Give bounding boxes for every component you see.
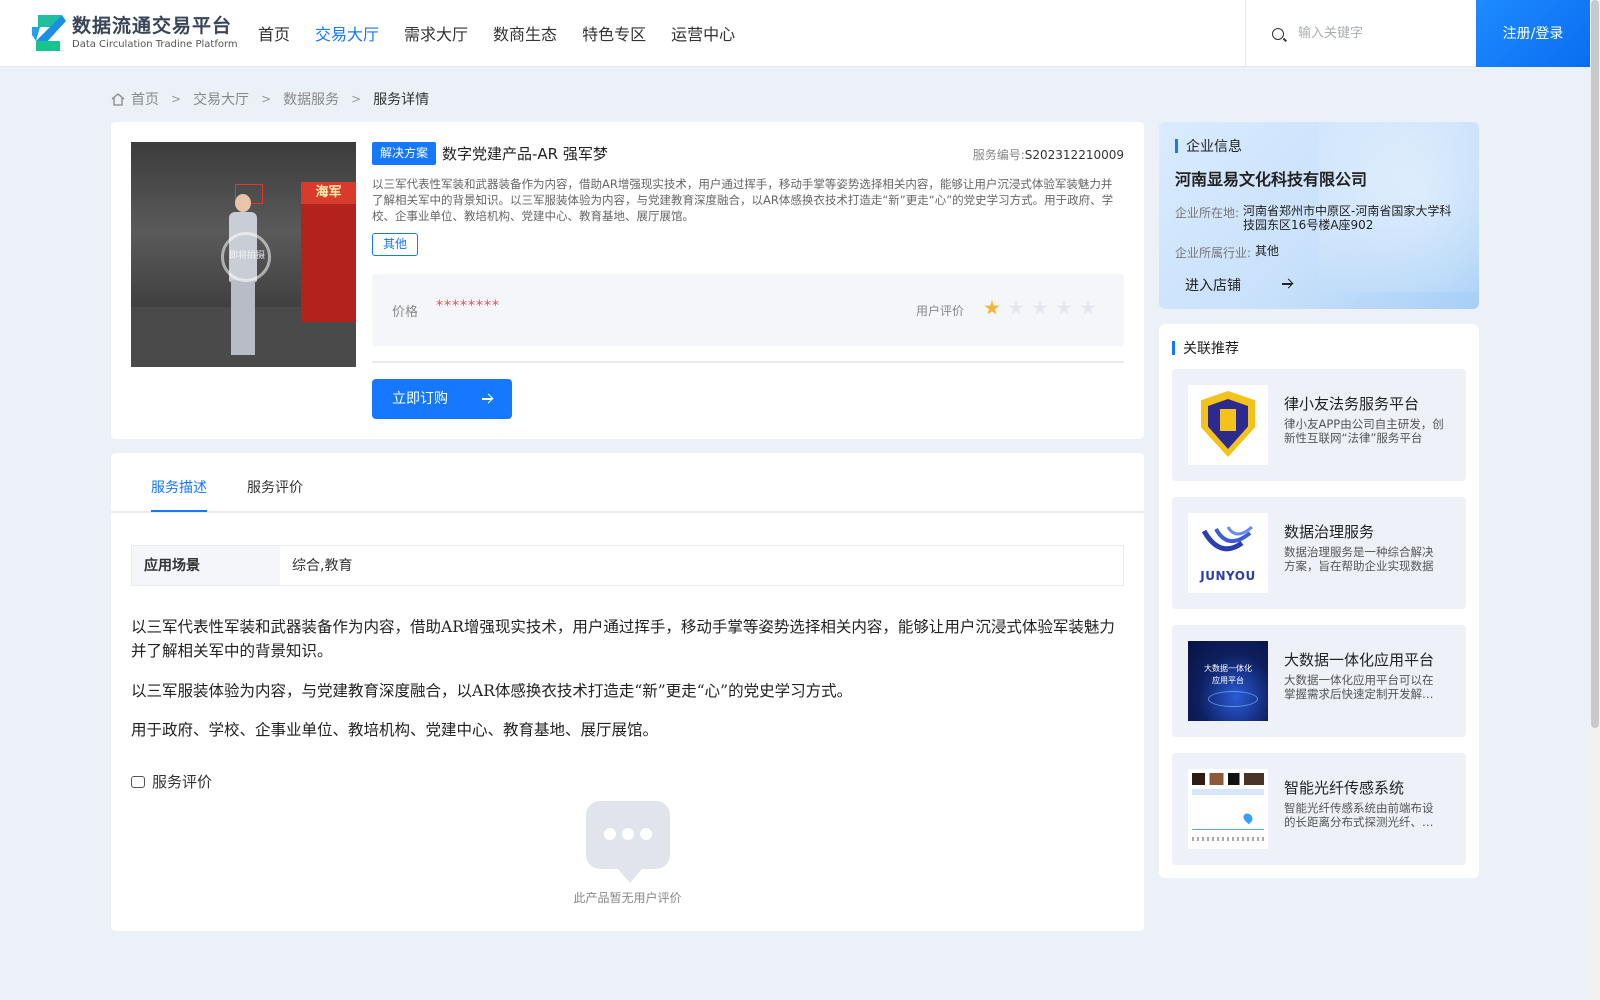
nav-ecosystem[interactable]: 数商生态 [493,0,557,67]
location-value: 河南省郑州市中原区-河南省国家大学科技园东区16号楼A座902 [1243,204,1452,232]
logo-icon [30,13,68,53]
chevron-right-icon: > [261,92,272,106]
recommend-item[interactable]: 律小友法务服务平台 律小友APP由公司自主研发，创新性互联网“法律”服务平台 [1172,369,1466,481]
divider [372,361,1124,363]
tab-service-review[interactable]: 服务评价 [247,477,303,497]
star-icon [1032,300,1048,315]
company-name: 河南显易文化科技有限公司 [1175,170,1368,189]
industry-label: 企业所属行业: [1175,246,1252,260]
description-paragraph: 用于政府、学校、企事业单位、教培机构、党建中心、教育基地、展厅展馆。 [131,721,659,739]
nav-demand-hall[interactable]: 需求大厅 [404,0,468,67]
star-icon [1008,300,1024,315]
lawyer-shield-logo [1188,385,1268,465]
register-login-button[interactable]: 注册/登录 [1476,0,1590,67]
empty-message-icon [586,801,670,883]
home-icon [111,92,125,106]
company-location-row: 企业所在地: 河南省郑州市中原区-河南省国家大学科技园东区16号楼A座902 [1175,204,1458,232]
nav-home[interactable]: 首页 [258,0,290,67]
breadcrumb-home[interactable]: 首页 [131,89,159,109]
solution-tag: 解决方案 [372,142,437,165]
detail-tabs-card: 服务描述 服务评价 应用场景 综合,教育 以三军代表性军装和武器装备作为内容，借… [111,453,1144,931]
scene-value: 综合,教育 [292,558,353,574]
product-image: 海军 即将拍摄 [131,142,356,367]
price-panel: 价格 ******** 用户评价 [372,274,1124,346]
scene-key: 应用场景 [132,546,280,585]
related-recommend-card: 关联推荐 律小友法务服务平台 律小友APP由公司自主研发，创新性互联网“法律”服… [1159,324,1479,878]
category-tag: 其他 [372,233,419,256]
tab-service-description[interactable]: 服务描述 [151,477,207,497]
page-scrollbar-thumb[interactable] [1591,0,1599,728]
star-icon [984,300,1000,315]
enter-shop-link[interactable]: 进入店铺 [1185,275,1292,295]
empty-review-text: 此产品暂无用户评价 [573,891,682,905]
search-icon[interactable] [1272,27,1284,40]
location-label: 企业所在地: [1175,206,1240,220]
description-paragraph: 以三军代表性军装和武器装备作为内容，借助AR增强现实技术，用户通过挥手，移动手掌… [131,618,1115,660]
recommend-item-desc: 大数据一体化应用平台可以在掌握需求后快速定制开发解决方案 [1284,673,1434,701]
order-now-label: 立即订购 [392,391,448,407]
platform-logo[interactable]: 数据流通交易平台 Data Circulation Tradine Platfo… [30,13,238,53]
arrow-right-icon [482,398,492,400]
recommend-item[interactable]: 智能光纤传感系统 智能光纤传感系统由前端布设的长距离分布式探测光纤、主机 [1172,753,1466,865]
logo-title: 数据流通交易平台 [72,15,233,37]
service-number: 服务编号:S202312210009 [973,146,1124,163]
breadcrumb-current: 服务详情 [373,92,430,108]
rating-label: 用户评价 [916,304,965,318]
search-input[interactable] [1298,26,1468,41]
nav-special-zone[interactable]: 特色专区 [582,0,646,67]
product-card: 海军 即将拍摄 解决方案 数字党建产品-AR 强军梦 服务编号:S2023122… [111,122,1144,439]
service-number-label: 服务编号: [972,148,1025,162]
product-description: 以三军代表性军装和武器装备作为内容，借助AR增强现实技术，用户通过挥手，移动手掌… [372,177,1114,223]
description-paragraph: 以三军服装体验为内容，与党建教育深度融合，以AR体感换衣技术打造走“新”更走“心… [131,682,853,700]
junyou-logo: JUNYOU [1188,513,1268,593]
star-icon [1080,300,1096,315]
fiber-sensing-thumbnail [1188,769,1268,849]
recommend-item-name: 智能光纤传感系统 [1284,779,1405,797]
recommend-item[interactable]: JUNYOU 数据治理服务 数据治理服务是一种综合解决方案，旨在帮助企业实现数据 [1172,497,1466,609]
breadcrumb: 首页 > 交易大厅 > 数据服务 > 服务详情 [111,89,429,109]
top-header: 数据流通交易平台 Data Circulation Tradine Platfo… [0,0,1590,67]
image-wall-label: 海军 [301,182,356,204]
arrow-right-icon [1282,283,1292,285]
product-title: 数字党建产品-AR 强军梦 [442,145,608,163]
review-section-title: 服务评价 [131,771,212,792]
recommend-item-name: 律小友法务服务平台 [1284,395,1420,413]
recommend-item-desc: 数据治理服务是一种综合解决方案，旨在帮助企业实现数据 [1284,545,1434,573]
breadcrumb-data-service[interactable]: 数据服务 [283,89,339,109]
price-value: ******** [436,298,500,314]
chevron-right-icon: > [171,92,182,106]
scene-table: 应用场景 综合,教育 [131,545,1124,586]
active-tab-indicator [151,510,207,512]
star-icon [1056,300,1072,315]
search-box [1245,0,1475,67]
recommend-item-name: 大数据一体化应用平台 [1284,651,1435,669]
recommend-item-name: 数据治理服务 [1284,523,1375,541]
chevron-right-icon: > [351,92,362,106]
price-label: 价格 [392,305,419,320]
industry-value: 其他 [1255,244,1280,258]
service-number-value: S202312210009 [1024,148,1124,162]
order-now-button[interactable]: 立即订购 [372,379,512,419]
bigdata-platform-thumbnail: 大数据一体化 应用平台 [1188,641,1268,721]
company-section-title: 企业信息 [1175,136,1242,156]
company-info-card: 企业信息 河南显易文化科技有限公司 企业所在地: 河南省郑州市中原区-河南省国家… [1159,122,1479,309]
recommend-section-title: 关联推荐 [1172,338,1239,358]
breadcrumb-trading-hall[interactable]: 交易大厅 [193,89,249,109]
tab-bar: 服务描述 服务评价 [111,453,1144,513]
logo-subtitle: Data Circulation Tradine Platform [72,39,238,50]
review-title: 服务评价 [152,773,213,791]
nav-operation-center[interactable]: 运营中心 [671,0,735,67]
rating-stars [984,300,1104,316]
recommend-item-desc: 律小友APP由公司自主研发，创新性互联网“法律”服务平台 [1284,417,1444,445]
company-industry-row: 企业所属行业: 其他 [1175,244,1470,261]
nav-trading-hall[interactable]: 交易大厅 [315,0,379,67]
image-overlay-text: 即将拍摄 [228,251,265,261]
main-nav: 首页 交易大厅 需求大厅 数商生态 特色专区 运营中心 [258,0,760,67]
message-icon [131,775,145,788]
recommend-item[interactable]: 大数据一体化 应用平台 大数据一体化应用平台 大数据一体化应用平台可以在掌握需求… [1172,625,1466,737]
recommend-item-desc: 智能光纤传感系统由前端布设的长距离分布式探测光纤、主机 [1284,801,1434,829]
